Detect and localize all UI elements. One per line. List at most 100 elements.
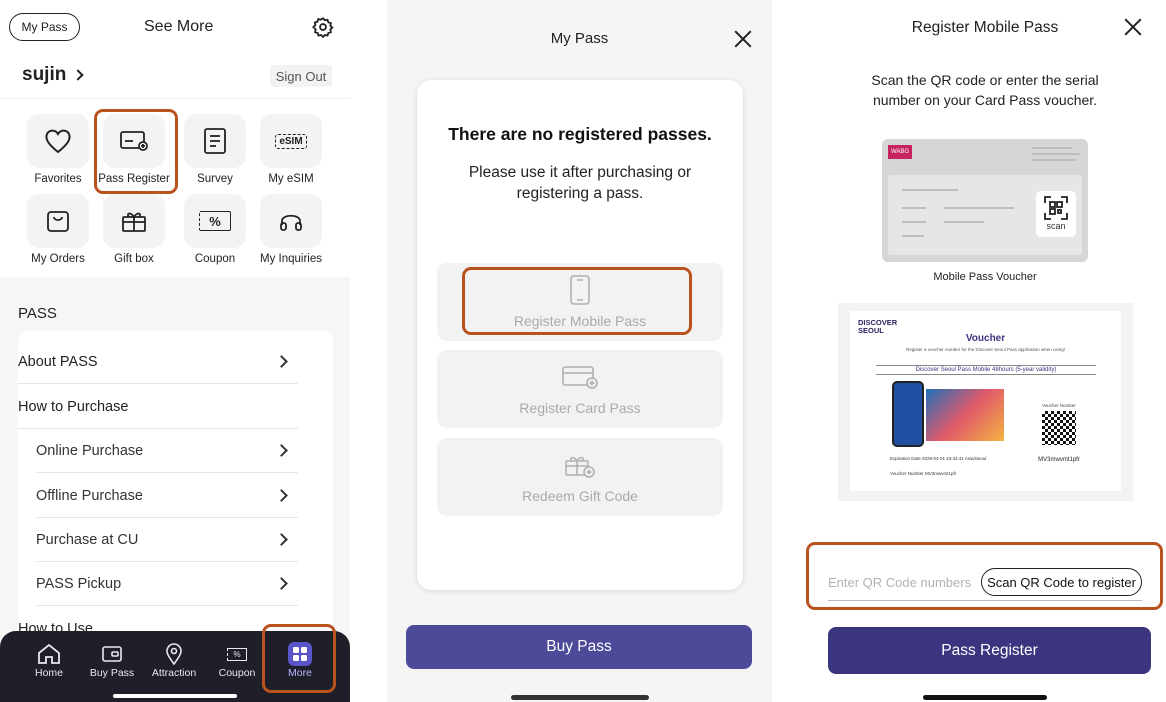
- shortcut-grid: Favorites Pass Register Survey eSIM My e…: [0, 100, 350, 277]
- empty-title: There are no registered passes.: [448, 124, 712, 144]
- voucher-text-line: [944, 221, 984, 223]
- voucher-title: Voucher: [965, 333, 1006, 344]
- menu-item-label: Online Purchase: [36, 442, 144, 459]
- shortcut-label: My Inquiries: [260, 253, 322, 265]
- menu-item-label: PASS Pickup: [36, 575, 122, 592]
- shortcut-my-inquiries[interactable]: My Inquiries: [251, 194, 331, 265]
- menu-item-label: Purchase at CU: [36, 531, 139, 548]
- menu-item-offline-purchase[interactable]: Offline Purchase: [36, 474, 298, 518]
- option-label: Register Card Pass: [519, 400, 641, 416]
- scan-qr-badge: scan: [1036, 191, 1076, 237]
- chevron-right-icon: [275, 533, 288, 546]
- username-link[interactable]: sujin: [22, 64, 85, 86]
- tab-coupon[interactable]: % Coupon: [207, 641, 267, 679]
- shortcut-icon-box: [27, 194, 89, 248]
- shortcut-favorites[interactable]: Favorites: [18, 114, 98, 185]
- voucher-text-line: [902, 189, 958, 191]
- voucher-text-line: [902, 207, 926, 209]
- voucher-logo: WABG: [888, 145, 912, 159]
- register-card-pass-button[interactable]: Register Card Pass: [437, 350, 723, 428]
- survey-icon: [204, 128, 226, 154]
- buy-pass-button[interactable]: Buy Pass: [406, 625, 752, 669]
- bottom-tab-bar: Home Buy Pass Attraction % Coupon More: [0, 631, 350, 702]
- section-title: PASS: [18, 305, 57, 322]
- shortcut-label: Favorites: [34, 173, 82, 185]
- sign-out-button[interactable]: Sign Out: [270, 65, 332, 87]
- menu-item-about-pass[interactable]: About PASS: [18, 340, 298, 384]
- gear-icon[interactable]: [312, 16, 334, 38]
- shortcut-label: Gift box: [114, 253, 154, 265]
- page-title: My Pass: [550, 30, 609, 47]
- pin-icon: [166, 643, 182, 665]
- scan-qr-button[interactable]: Scan QR Code to register: [981, 568, 1142, 596]
- shortcut-my-orders[interactable]: My Orders: [18, 194, 98, 265]
- wallet-icon: [102, 646, 122, 662]
- home-indicator: [511, 695, 649, 700]
- shortcut-gift-box[interactable]: Gift box: [94, 194, 174, 265]
- bag-icon: [47, 211, 69, 232]
- voucher-product: Discover Seoul Pass Mobile 48hours (5-ye…: [876, 365, 1096, 375]
- shortcut-label: Survey: [197, 173, 233, 185]
- close-icon[interactable]: [1124, 18, 1142, 36]
- menu-item-purchase-at-cu[interactable]: Purchase at CU: [36, 518, 298, 562]
- chevron-right-icon: [275, 355, 288, 368]
- gift-icon: [122, 212, 146, 232]
- voucher-paper: DISCOVER SEOUL Voucher Register a vouche…: [850, 311, 1121, 491]
- pass-register-button[interactable]: Pass Register: [828, 627, 1151, 674]
- voucher-subtitle: Register a voucher number for the Discov…: [905, 347, 1066, 352]
- my-pass-screen: My Pass There are no registered passes. …: [387, 0, 772, 702]
- home-indicator: [923, 695, 1047, 700]
- voucher-caption: Mobile Pass Voucher: [933, 271, 1037, 283]
- shortcut-coupon[interactable]: % Coupon: [175, 194, 255, 265]
- my-pass-button[interactable]: My Pass: [9, 13, 80, 41]
- menu-item-label: Offline Purchase: [36, 487, 143, 504]
- card-pass-voucher-image: DISCOVER SEOUL Voucher Register a vouche…: [838, 303, 1133, 501]
- close-icon[interactable]: [734, 30, 752, 48]
- card-add-icon: [120, 131, 148, 151]
- see-more-screen: My Pass See More sujin Sign Out Favorite…: [0, 0, 350, 702]
- voucher-text-line: [944, 207, 1014, 209]
- screen-gap: [350, 0, 387, 702]
- option-label: Register Mobile Pass: [513, 313, 647, 329]
- qr-code-entry-row: Scan QR Code to register: [828, 563, 1142, 601]
- tab-home[interactable]: Home: [19, 641, 79, 679]
- card-add-icon: [562, 366, 598, 389]
- voucher-text-line: [902, 221, 926, 223]
- voucher-text-line: [1032, 153, 1080, 155]
- tab-label: Buy Pass: [89, 667, 135, 679]
- shortcut-my-esim[interactable]: eSIM My eSIM: [251, 114, 331, 185]
- voucher-text-line: [1032, 159, 1076, 161]
- tab-label: Attraction: [151, 667, 197, 679]
- register-mobile-pass-button[interactable]: Register Mobile Pass: [437, 263, 723, 341]
- shortcut-label: Pass Register: [98, 173, 170, 185]
- tab-buy-pass[interactable]: Buy Pass: [82, 641, 142, 679]
- headset-icon: [280, 214, 302, 231]
- phone-icon: [570, 275, 590, 305]
- tab-more[interactable]: More: [270, 641, 330, 679]
- redeem-gift-code-button[interactable]: Redeem Gift Code: [437, 438, 723, 516]
- chevron-right-icon: [275, 444, 288, 457]
- tab-label: More: [288, 667, 312, 679]
- shortcut-icon-box: [103, 114, 165, 168]
- tab-attraction[interactable]: Attraction: [144, 641, 204, 679]
- qr-scan-icon: [1044, 196, 1068, 220]
- shortcut-icon-box: [184, 114, 246, 168]
- scan-label: scan: [1046, 221, 1066, 231]
- shortcut-icon-box: [27, 114, 89, 168]
- menu-item-label: About PASS: [18, 353, 98, 370]
- shortcut-survey[interactable]: Survey: [175, 114, 255, 185]
- heart-icon: [45, 129, 71, 154]
- shortcut-icon-box: [260, 194, 322, 248]
- shortcut-icon-box: %: [184, 194, 246, 248]
- profile-header: My Pass See More sujin Sign Out: [0, 0, 350, 99]
- shortcut-icon-box: eSIM: [260, 114, 322, 168]
- menu-item-online-purchase[interactable]: Online Purchase: [36, 429, 298, 473]
- shortcut-pass-register[interactable]: Pass Register: [94, 114, 174, 185]
- tab-label: Coupon: [218, 667, 256, 679]
- qr-code-input[interactable]: [828, 569, 978, 595]
- username: sujin: [22, 64, 67, 85]
- menu-item-pass-pickup[interactable]: PASS Pickup: [36, 562, 298, 606]
- menu-item-how-to-purchase[interactable]: How to Purchase: [18, 385, 298, 429]
- menu-item-label: How to Purchase: [18, 398, 129, 415]
- chevron-right-icon: [275, 489, 288, 502]
